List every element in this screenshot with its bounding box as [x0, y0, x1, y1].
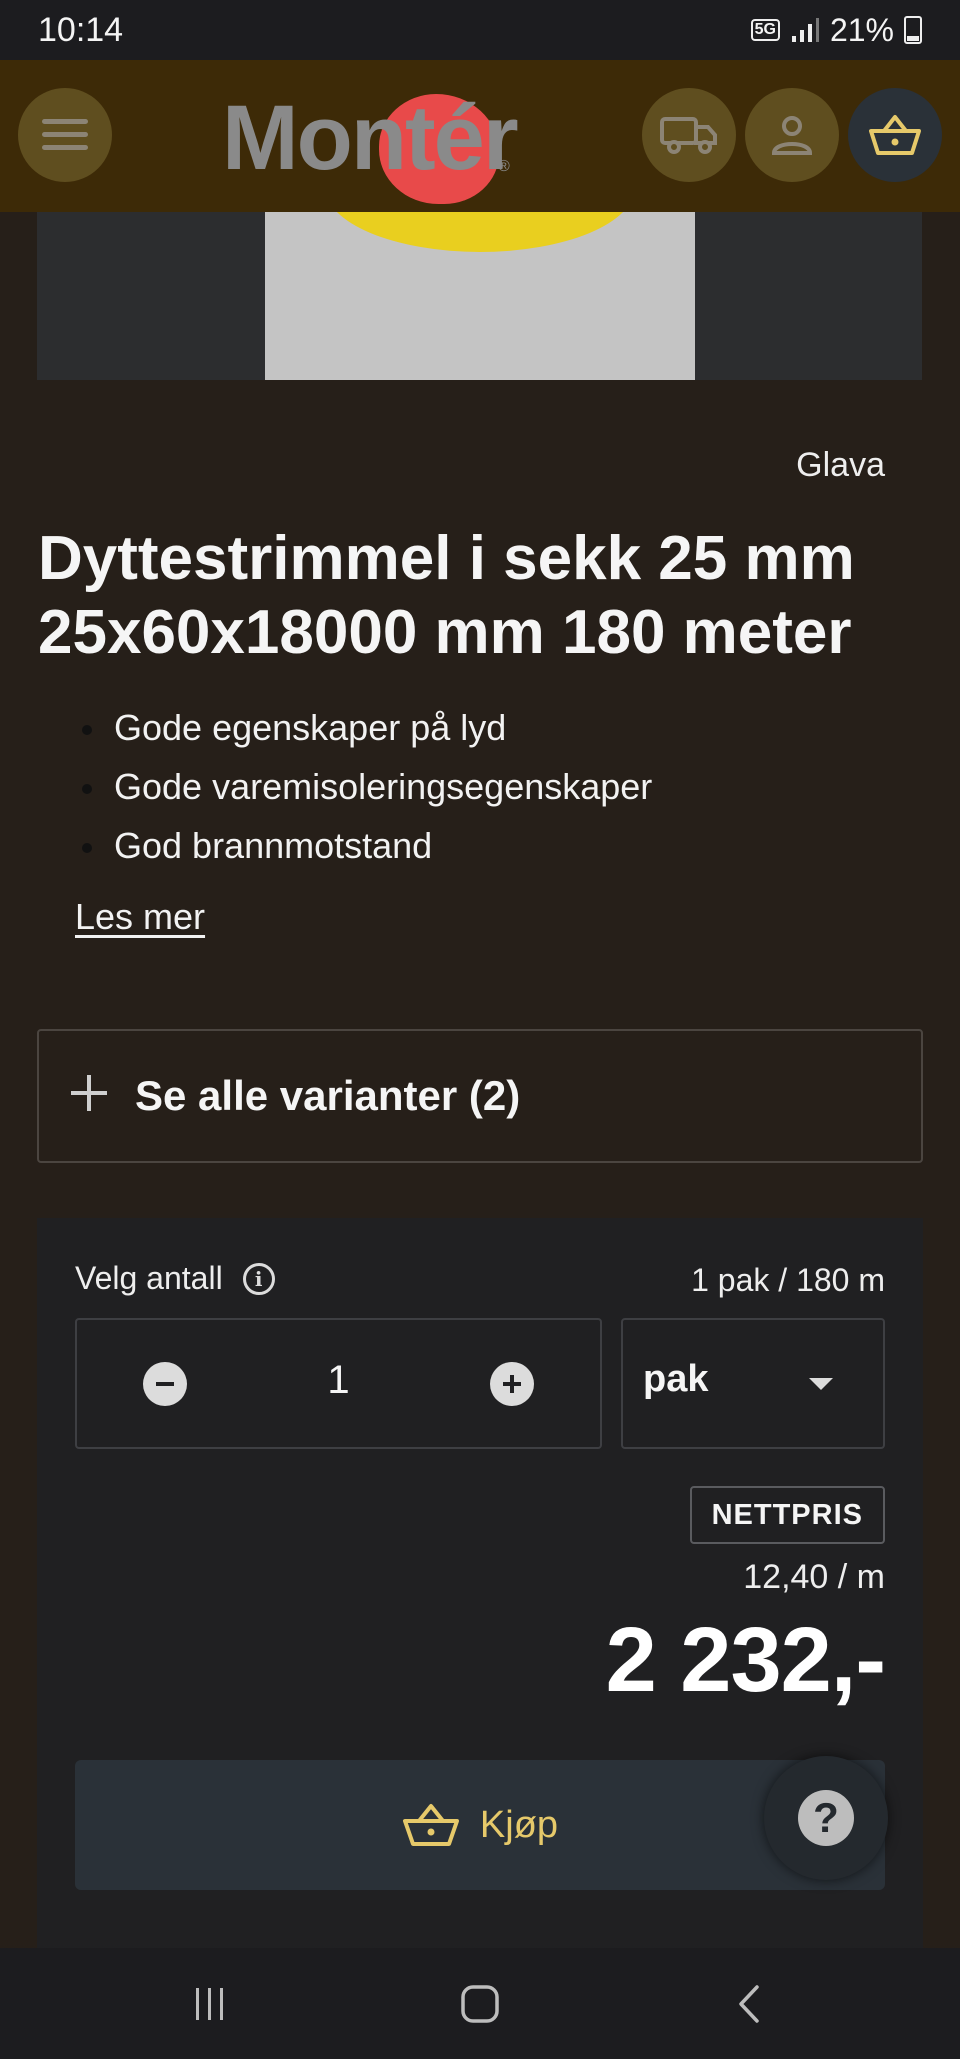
help-button[interactable]: ?: [764, 1756, 888, 1880]
back-icon: [739, 1985, 759, 2023]
basket-icon: [869, 115, 921, 155]
purchase-panel: Velg antall i 1 pak / 180 m 1 pak NETTPR…: [37, 1218, 923, 1950]
delivery-button[interactable]: [642, 88, 736, 182]
plus-icon: [69, 1066, 109, 1126]
status-icons: 5G 21%: [750, 11, 922, 49]
unit-price: 12,40 / m: [743, 1558, 885, 1596]
pack-info: 1 pak / 180 m: [691, 1262, 885, 1298]
quantity-label-text: Velg antall: [75, 1260, 223, 1296]
product-image[interactable]: [265, 212, 695, 380]
feature-item: Gode varemisoleringsegenskaper: [82, 757, 652, 816]
menu-button[interactable]: [18, 88, 112, 182]
signal-icon: [791, 18, 819, 42]
page: 10:14 5G 21% Montér ® Glava Dyttestrimme…: [0, 0, 960, 2059]
product-image-area: [37, 212, 922, 380]
logo-registered: ®: [498, 158, 510, 175]
status-bar: 10:14 5G 21%: [0, 0, 960, 60]
increase-quantity-button[interactable]: [490, 1362, 534, 1406]
basket-icon: [402, 1804, 459, 1846]
recent-apps-button[interactable]: [180, 1976, 240, 2032]
home-button[interactable]: [450, 1976, 510, 2032]
back-button[interactable]: [720, 1976, 780, 2032]
status-time: 10:14: [38, 10, 124, 49]
product-brand[interactable]: Glava: [796, 446, 885, 485]
product-bag-graphic: [325, 212, 635, 252]
quantity-stepper: 1: [75, 1318, 602, 1449]
read-more-link[interactable]: Les mer: [75, 896, 205, 938]
menu-icon: [42, 119, 88, 150]
help-icon: ?: [798, 1790, 854, 1846]
variants-toggle[interactable]: Se alle varianter (2): [37, 1029, 923, 1163]
price-badge: NETTPRIS: [689, 1486, 885, 1544]
battery-percent: 21%: [829, 11, 894, 48]
variants-label: Se alle varianter (2): [135, 1072, 521, 1119]
site-header: Montér ®: [0, 60, 960, 212]
home-icon: [461, 1985, 499, 2023]
buy-button-label: Kjøp: [479, 1803, 559, 1846]
recent-apps-icon: [196, 1988, 223, 2020]
plus-icon: [503, 1375, 521, 1393]
logo-text: Montér: [222, 87, 519, 189]
quantity-label: Velg antall i: [75, 1260, 275, 1297]
site-logo[interactable]: Montér ®: [222, 84, 522, 204]
info-icon[interactable]: i: [242, 1262, 275, 1295]
cart-button[interactable]: [848, 88, 942, 182]
product-features: Gode egenskaper på lyd Gode varemisoleri…: [82, 698, 652, 875]
system-nav-bar: [0, 1948, 960, 2059]
feature-item: Gode egenskaper på lyd: [82, 698, 652, 757]
user-icon: [771, 116, 813, 155]
network-badge: 5G: [750, 19, 780, 41]
unit-select-value: pak: [643, 1358, 709, 1400]
unit-select[interactable]: pak: [621, 1318, 885, 1449]
account-button[interactable]: [745, 88, 839, 182]
battery-icon: [904, 16, 922, 44]
product-title: Dyttestrimmel i sekk 25 mm 25x60x18000 m…: [38, 524, 855, 667]
feature-item: God brannmotstand: [82, 816, 652, 875]
truck-icon: [660, 117, 717, 154]
chevron-down-icon: [809, 1378, 833, 1390]
total-price: 2 232,-: [605, 1609, 886, 1711]
